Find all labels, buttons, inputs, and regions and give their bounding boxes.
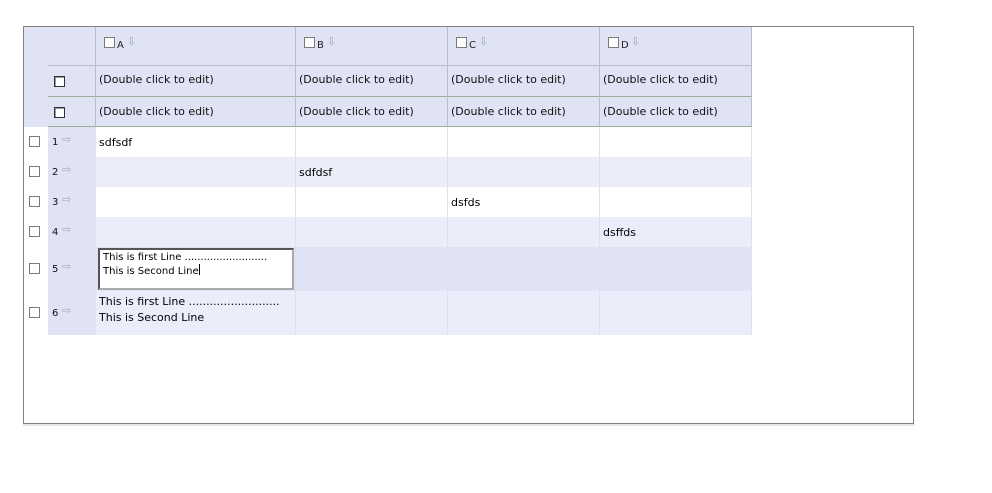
column-header-a[interactable]: A ⇩: [96, 27, 296, 66]
arrow-right-icon[interactable]: ⇨: [62, 163, 71, 176]
column-select-checkbox[interactable]: [456, 37, 467, 48]
column-header-b[interactable]: B ⇩: [296, 27, 448, 66]
data-cell[interactable]: sdfsdf: [96, 127, 296, 157]
filter-row-header: [48, 97, 96, 127]
data-cell[interactable]: [96, 157, 296, 187]
data-cell[interactable]: [448, 217, 600, 247]
cell-editor-textarea[interactable]: This is first Line .....................…: [98, 248, 294, 290]
column-header-label: C: [469, 40, 476, 51]
row-select-checkbox[interactable]: [29, 136, 40, 147]
data-cell[interactable]: [296, 247, 448, 291]
row-number: 4: [52, 227, 59, 238]
data-cell[interactable]: [296, 127, 448, 157]
arrow-down-icon[interactable]: ⇩: [631, 35, 640, 48]
filter-cell[interactable]: (Double click to edit): [296, 66, 448, 97]
data-cell[interactable]: [600, 291, 752, 335]
arrow-right-icon[interactable]: ⇨: [62, 133, 71, 146]
data-cell[interactable]: sdfdsf: [296, 157, 448, 187]
row-select-checkbox[interactable]: [29, 166, 40, 177]
text-caret: [198, 264, 200, 275]
data-cell[interactable]: [600, 187, 752, 217]
row-select-checkbox[interactable]: [29, 307, 40, 318]
row-number: 2: [52, 167, 59, 178]
data-cell[interactable]: This is first Line .....................…: [96, 291, 296, 335]
row-number: 6: [52, 308, 59, 319]
filter-cell[interactable]: (Double click to edit): [448, 97, 600, 127]
column-header-label: A: [117, 40, 124, 51]
filter-row-header: [48, 66, 96, 97]
editor-line: This is first Line .....................…: [103, 252, 268, 263]
filter-cell[interactable]: (Double click to edit): [296, 97, 448, 127]
row-header[interactable]: 6 ⇨: [48, 291, 96, 335]
column-select-checkbox[interactable]: [608, 37, 619, 48]
data-cell[interactable]: dsfds: [448, 187, 600, 217]
data-cell[interactable]: [448, 127, 600, 157]
column-header-label: B: [317, 40, 324, 51]
column-header-c[interactable]: C ⇩: [448, 27, 600, 66]
arrow-right-icon[interactable]: ⇨: [62, 260, 71, 273]
data-cell[interactable]: [296, 217, 448, 247]
column-header-d[interactable]: D ⇩: [600, 27, 752, 66]
cell-line: This is Second Line: [99, 311, 205, 324]
filter-row-checkbox[interactable]: [54, 76, 65, 87]
arrow-right-icon[interactable]: ⇨: [62, 193, 71, 206]
arrow-right-icon[interactable]: ⇨: [62, 223, 71, 236]
data-cell[interactable]: This is first Line .....................…: [96, 247, 296, 291]
editor-line-text: This is Second Line: [103, 266, 199, 277]
grid-frame: A ⇩ B ⇩ C ⇩ D ⇩ (Double click to edit) (Double cl…: [23, 26, 914, 424]
data-cell[interactable]: [600, 127, 752, 157]
row-header[interactable]: 5 ⇨: [48, 247, 96, 291]
data-cell[interactable]: [600, 247, 752, 291]
column-select-checkbox[interactable]: [104, 37, 115, 48]
arrow-down-icon[interactable]: ⇩: [479, 35, 488, 48]
filter-cell[interactable]: (Double click to edit): [600, 66, 752, 97]
row-number: 3: [52, 197, 59, 208]
row-select-checkbox[interactable]: [29, 263, 40, 274]
data-cell[interactable]: [448, 157, 600, 187]
row-select-checkbox[interactable]: [29, 226, 40, 237]
row-header[interactable]: 4 ⇨: [48, 217, 96, 247]
filter-cell[interactable]: (Double click to edit): [600, 97, 752, 127]
filter-cell[interactable]: (Double click to edit): [448, 66, 600, 97]
filter-row-checkbox[interactable]: [54, 107, 65, 118]
editor-line: This is Second Line: [103, 264, 289, 278]
row-select-checkbox[interactable]: [29, 196, 40, 207]
row-header[interactable]: 1 ⇨: [48, 127, 96, 157]
data-cell[interactable]: [448, 247, 600, 291]
data-cell[interactable]: dsffds: [600, 217, 752, 247]
arrow-down-icon[interactable]: ⇩: [127, 35, 136, 48]
filter-cell[interactable]: (Double click to edit): [96, 97, 296, 127]
column-header-label: D: [621, 40, 629, 51]
row-header[interactable]: 3 ⇨: [48, 187, 96, 217]
data-cell[interactable]: [296, 187, 448, 217]
row-number: 5: [52, 264, 59, 275]
column-select-checkbox[interactable]: [304, 37, 315, 48]
filter-cell[interactable]: (Double click to edit): [96, 66, 296, 97]
data-cell[interactable]: [296, 291, 448, 335]
row-number: 1: [52, 137, 59, 148]
data-cell[interactable]: [96, 217, 296, 247]
cell-line: This is first Line .....................…: [99, 295, 280, 308]
row-header[interactable]: 2 ⇨: [48, 157, 96, 187]
data-cell[interactable]: [96, 187, 296, 217]
frame-shadow: [23, 424, 915, 426]
arrow-right-icon[interactable]: ⇨: [62, 304, 71, 317]
data-cell[interactable]: [600, 157, 752, 187]
arrow-down-icon[interactable]: ⇩: [327, 35, 336, 48]
selection-strip: [24, 27, 48, 127]
header-corner: [48, 27, 96, 66]
data-cell[interactable]: [448, 291, 600, 335]
